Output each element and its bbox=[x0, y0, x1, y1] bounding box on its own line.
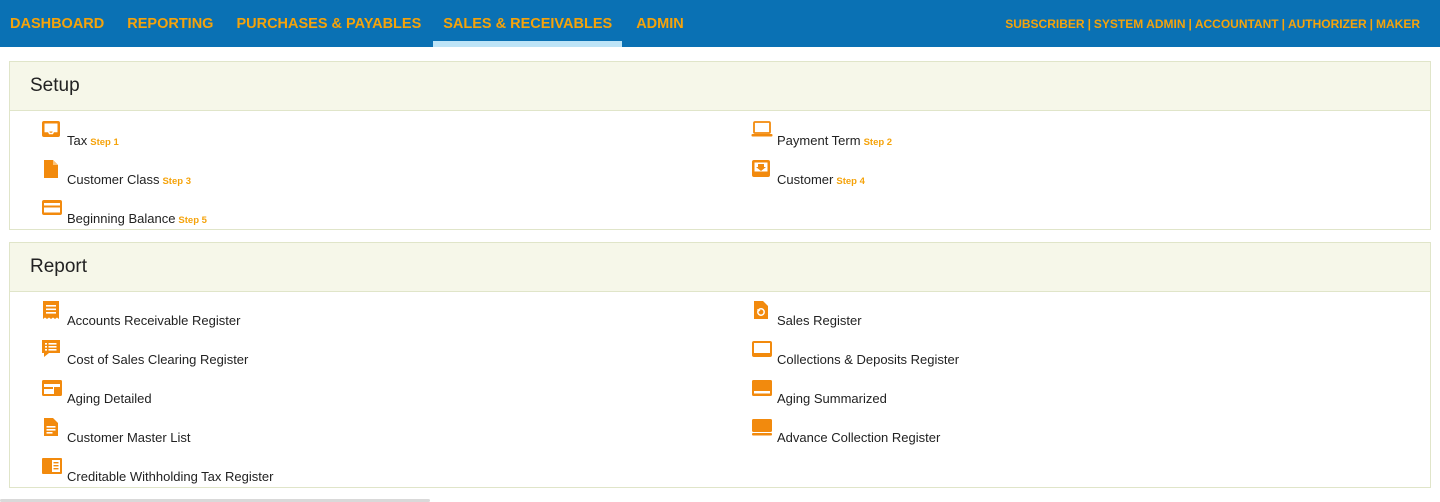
setup-item-customer-class[interactable]: Customer Class Step 3 bbox=[41, 159, 341, 187]
report-item-aging-summarized[interactable]: Aging Summarized bbox=[751, 378, 1051, 406]
step-badge: Step 1 bbox=[90, 137, 119, 148]
step-badge: Step 5 bbox=[178, 215, 207, 226]
report-item-label: Advance Collection Register bbox=[777, 430, 941, 445]
main-nav: DASHBOARD REPORTING PURCHASES & PAYABLES… bbox=[0, 0, 694, 47]
report-item-label: Sales Register bbox=[777, 313, 862, 328]
step-badge: Step 2 bbox=[863, 137, 893, 148]
report-item-label: Customer Master List bbox=[67, 430, 191, 445]
report-item-cost-of-sales-clearing-register[interactable]: Cost of Sales Clearing Register bbox=[41, 339, 381, 367]
setup-item-customer[interactable]: Customer Step 4 bbox=[751, 159, 1051, 187]
setup-panel-title: Setup bbox=[10, 62, 1430, 111]
setup-item-label: Customer Step 4 bbox=[777, 172, 865, 187]
nav-dashboard[interactable]: DASHBOARD bbox=[0, 0, 114, 47]
setup-panel: Setup Tax Step 1 Payment Term Step 2 Custo… bbox=[9, 61, 1431, 230]
tablet-icon bbox=[751, 339, 773, 361]
role-separator: | bbox=[1281, 16, 1285, 31]
window-icon bbox=[41, 378, 63, 400]
report-item-customer-master-list[interactable]: Customer Master List bbox=[41, 417, 341, 445]
nav-purchases-payables[interactable]: PURCHASES & PAYABLES bbox=[226, 0, 431, 47]
setup-item-label: Payment Term Step 2 bbox=[777, 133, 893, 148]
report-panel: Report Accounts Receivable Register Sale… bbox=[9, 242, 1431, 488]
setup-item-beginning-balance[interactable]: Beginning Balance Step 5 bbox=[41, 198, 341, 226]
file-icon bbox=[41, 159, 63, 181]
role-maker[interactable]: MAKER bbox=[1376, 17, 1420, 31]
report-item-label: Aging Summarized bbox=[777, 391, 887, 406]
role-separator: | bbox=[1369, 16, 1373, 31]
screen-icon bbox=[751, 417, 773, 439]
report-item-label: Aging Detailed bbox=[67, 391, 152, 406]
report-item-label: Creditable Withholding Tax Register bbox=[67, 469, 274, 484]
report-item-advance-collection-register[interactable]: Advance Collection Register bbox=[751, 417, 1051, 445]
report-item-label: Collections & Deposits Register bbox=[777, 352, 960, 367]
nav-reporting[interactable]: REPORTING bbox=[117, 0, 223, 47]
report-item-accounts-receivable-register[interactable]: Accounts Receivable Register bbox=[41, 300, 381, 328]
report-panel-title: Report bbox=[10, 243, 1430, 292]
nav-sales-receivables[interactable]: SALES & RECEIVABLES bbox=[433, 0, 623, 47]
role-accountant[interactable]: ACCOUNTANT bbox=[1195, 17, 1279, 31]
laptop-icon bbox=[751, 120, 773, 142]
step-badge: Step 3 bbox=[162, 176, 191, 187]
receipt-icon bbox=[41, 300, 63, 322]
role-separator: | bbox=[1188, 16, 1192, 31]
setup-item-label: Beginning Balance Step 5 bbox=[67, 211, 207, 226]
file-refresh-icon bbox=[751, 300, 773, 322]
role-subscriber[interactable]: SUBSCRIBER bbox=[1005, 17, 1084, 31]
role-separator: | bbox=[1087, 16, 1091, 31]
report-item-label: Accounts Receivable Register bbox=[67, 313, 241, 328]
setup-item-label: Tax Step 1 bbox=[67, 133, 119, 148]
browser-icon bbox=[751, 378, 773, 400]
report-item-aging-detailed[interactable]: Aging Detailed bbox=[41, 378, 341, 406]
download-box-icon bbox=[751, 159, 773, 181]
setup-item-tax[interactable]: Tax Step 1 bbox=[41, 120, 341, 148]
report-item-creditable-withholding-tax-register[interactable]: Creditable Withholding Tax Register bbox=[41, 456, 381, 484]
nav-admin[interactable]: ADMIN bbox=[626, 0, 694, 47]
setup-item-payment-term[interactable]: Payment Term Step 2 bbox=[751, 120, 1051, 148]
inbox-icon bbox=[41, 120, 63, 142]
credit-card-icon bbox=[41, 198, 63, 220]
step-badge: Step 4 bbox=[836, 176, 865, 187]
setup-item-label: Customer Class Step 3 bbox=[67, 172, 191, 187]
role-links: SUBSCRIBER | SYSTEM ADMIN | ACCOUNTANT |… bbox=[1005, 0, 1420, 47]
list-chat-icon bbox=[41, 339, 63, 361]
document-icon bbox=[41, 417, 63, 439]
top-nav-bar: DASHBOARD REPORTING PURCHASES & PAYABLES… bbox=[0, 0, 1440, 47]
book-icon bbox=[41, 456, 63, 478]
role-system-admin[interactable]: SYSTEM ADMIN bbox=[1094, 17, 1186, 31]
report-item-collections-deposits-register[interactable]: Collections & Deposits Register bbox=[751, 339, 1091, 367]
report-item-label: Cost of Sales Clearing Register bbox=[67, 352, 249, 367]
role-authorizer[interactable]: AUTHORIZER bbox=[1288, 17, 1367, 31]
report-item-sales-register[interactable]: Sales Register bbox=[751, 300, 1051, 328]
